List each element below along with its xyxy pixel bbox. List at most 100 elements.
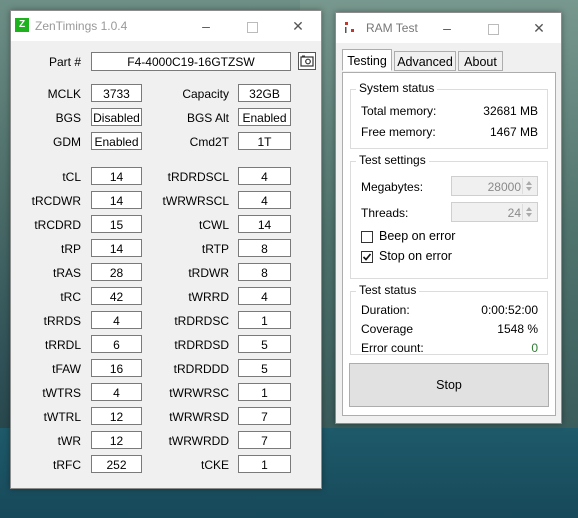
threads-value: 24	[507, 206, 521, 220]
timing-value: Enabled	[91, 132, 142, 150]
timing-value: 14	[238, 215, 291, 233]
megabytes-stepper[interactable]: 28000	[451, 176, 538, 196]
timing-value: 7	[238, 431, 291, 449]
zentimings-titlebar[interactable]: Z ZenTimings 1.0.4 – ✕	[11, 11, 321, 41]
timing-label: tCL	[62, 170, 81, 184]
timing-value: 14	[91, 191, 142, 209]
ramtest-title: RAM Test	[366, 21, 418, 35]
stop-on-error-checkbox[interactable]	[361, 251, 373, 263]
timing-value: 32GB	[238, 84, 291, 102]
timing-value: 15	[91, 215, 142, 233]
close-button[interactable]: ✕	[516, 13, 562, 43]
timing-value: Enabled	[238, 108, 291, 126]
timing-label: tWRWRDD	[168, 434, 229, 448]
timing-label: tWRRD	[188, 290, 229, 304]
zentimings-logo-icon: Z	[15, 18, 29, 32]
timing-label: tCWL	[199, 218, 229, 232]
timing-value: Disabled	[91, 108, 142, 126]
timing-value: 4	[91, 383, 142, 401]
test-status-group: Test status Duration: 0:00:52:00 Coverag…	[350, 283, 548, 355]
timing-label: tRDRDSCL	[167, 170, 229, 184]
timing-value: 1	[238, 455, 291, 473]
timing-label: tFAW	[52, 362, 81, 376]
timing-label: tWRWRSCL	[162, 194, 229, 208]
timing-value: 252	[91, 455, 142, 473]
free-memory-label: Free memory:	[361, 125, 436, 139]
minimize-button[interactable]: –	[183, 11, 229, 41]
timing-label: tRDWR	[188, 266, 229, 280]
timing-value: 7	[238, 407, 291, 425]
spin-buttons[interactable]	[522, 204, 536, 220]
timing-label: tRCDWR	[31, 194, 81, 208]
testing-panel: System status Total memory: 32681 MB Fre…	[342, 72, 556, 416]
tab-advanced[interactable]: Advanced	[394, 51, 456, 71]
group-title: System status	[356, 81, 438, 95]
maximize-button[interactable]	[229, 11, 275, 41]
group-title: Test settings	[356, 153, 429, 167]
timing-value: 28	[91, 263, 142, 281]
timing-value: 5	[238, 335, 291, 353]
threads-stepper[interactable]: 24	[451, 202, 538, 222]
megabytes-value: 28000	[487, 180, 521, 194]
tab-about[interactable]: About	[458, 51, 503, 71]
duration-value: 0:00:52:00	[481, 303, 538, 317]
timing-value: 14	[91, 239, 142, 257]
timing-value: 1	[238, 383, 291, 401]
timing-value: 4	[91, 311, 142, 329]
timing-label: MCLK	[47, 87, 81, 101]
free-memory-value: 1467 MB	[489, 125, 538, 139]
timing-value: 16	[91, 359, 142, 377]
threads-label: Threads:	[361, 206, 409, 220]
timing-label: tRFC	[53, 458, 81, 472]
stop-button[interactable]: Stop	[349, 363, 549, 407]
timing-label: GDM	[53, 135, 81, 149]
error-count-value: 0	[531, 341, 538, 355]
timing-value: 12	[91, 407, 142, 425]
timing-value: 4	[238, 287, 291, 305]
megabytes-label: Megabytes:	[361, 180, 424, 194]
beep-on-error-label[interactable]: Beep on error	[379, 229, 455, 243]
timing-value: 4	[238, 167, 291, 185]
timing-value: 8	[238, 263, 291, 281]
timing-label: Capacity	[182, 87, 229, 101]
beep-on-error-checkbox[interactable]	[361, 231, 373, 243]
timing-value: 5	[238, 359, 291, 377]
test-settings-group: Test settings Megabytes: 28000 Threads: …	[350, 153, 548, 279]
tab-testing[interactable]: Testing	[342, 49, 392, 71]
timing-value: 6	[91, 335, 142, 353]
timing-label: tRTP	[201, 242, 229, 256]
group-title: Test status	[356, 283, 420, 297]
screenshot-camera-icon[interactable]	[298, 52, 316, 70]
ramtest-titlebar[interactable]: RAM Test – ✕	[336, 13, 561, 43]
minimize-button[interactable]: –	[424, 13, 470, 43]
timing-value: 1T	[238, 132, 291, 150]
timing-label: tRDRDSC	[174, 314, 229, 328]
duration-label: Duration:	[361, 303, 410, 317]
zentimings-title: ZenTimings 1.0.4	[35, 19, 128, 33]
timing-label: tWRWRSD	[169, 410, 229, 424]
timing-label: tWRWRSC	[169, 386, 229, 400]
timing-label: Cmd2T	[189, 135, 229, 149]
spin-buttons[interactable]	[522, 178, 536, 194]
timing-label: tCKE	[200, 458, 229, 472]
timing-label: tRDRDDD	[173, 362, 229, 376]
maximize-button[interactable]	[470, 13, 516, 43]
timing-label: tRP	[60, 242, 81, 256]
ramtest-logo-icon	[344, 21, 356, 35]
checkmark-icon	[362, 253, 372, 261]
timing-value: 4	[238, 191, 291, 209]
stop-on-error-label[interactable]: Stop on error	[379, 249, 452, 263]
close-button[interactable]: ✕	[275, 11, 321, 41]
coverage-value: 1548 %	[497, 322, 538, 336]
timing-value: 14	[91, 167, 142, 185]
timing-label: tRC	[60, 290, 81, 304]
part-label: Part #	[48, 55, 81, 69]
timing-value: 42	[91, 287, 142, 305]
timing-label: BGS Alt	[186, 111, 229, 125]
timing-label: tRCDRD	[34, 218, 81, 232]
timing-label: tRAS	[52, 266, 81, 280]
system-status-group: System status Total memory: 32681 MB Fre…	[350, 81, 548, 149]
timing-label: tWTRL	[43, 410, 81, 424]
total-memory-value: 32681 MB	[483, 104, 538, 118]
error-count-label: Error count:	[361, 341, 424, 355]
